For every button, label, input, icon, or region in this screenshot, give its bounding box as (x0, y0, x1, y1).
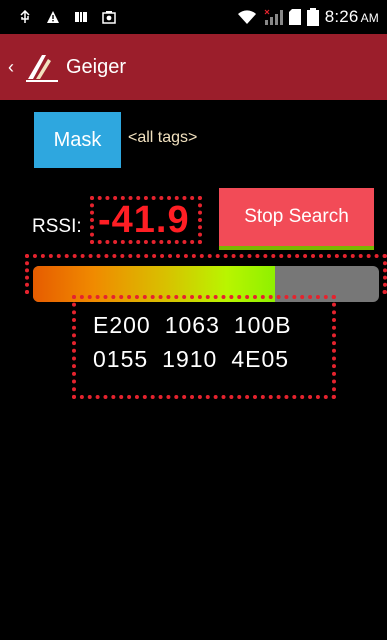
stop-search-button[interactable]: Stop Search (219, 188, 374, 246)
tag-id-group: 4E05 (231, 346, 290, 372)
rssi-label: RSSI: (32, 216, 82, 237)
wifi-icon (237, 10, 257, 24)
app-logo-icon[interactable] (24, 49, 60, 85)
stop-search-indicator (219, 246, 374, 250)
tag-id-line-1: E200 1063 100B (93, 312, 306, 339)
tag-id-group: E200 (93, 312, 151, 338)
status-time: 8:26 AM (324, 7, 379, 26)
action-bar: ‹ Geiger (0, 34, 387, 100)
back-chevron-icon[interactable]: ‹ (8, 57, 22, 78)
status-bar-right: 8:26 AM (237, 0, 379, 34)
sim-icon (288, 9, 301, 25)
app-title: Geiger (66, 55, 127, 78)
warning-icon (46, 10, 60, 24)
mask-button[interactable]: Mask (34, 112, 121, 168)
signal-icon (263, 9, 283, 25)
tag-id-group: 100B (233, 312, 292, 338)
tag-id-group: 0155 (93, 346, 149, 372)
photo-icon (102, 10, 116, 24)
tag-id-line-2: 0155 1910 4E05 (93, 346, 303, 373)
tag-id-group: 1910 (162, 346, 218, 372)
status-bar-left-icons (0, 10, 116, 24)
usb-icon (18, 10, 32, 24)
status-bar: 8:26 AM (0, 0, 387, 34)
rssi-value: -41.9 (98, 199, 190, 241)
geiger-content: Mask <all tags> RSSI: -41.9 Stop Search … (12, 100, 387, 640)
tag-id-group: 1063 (164, 312, 220, 338)
notification-icon (74, 10, 88, 24)
mask-filter-label: <all tags> (128, 129, 198, 146)
battery-icon (306, 8, 319, 26)
